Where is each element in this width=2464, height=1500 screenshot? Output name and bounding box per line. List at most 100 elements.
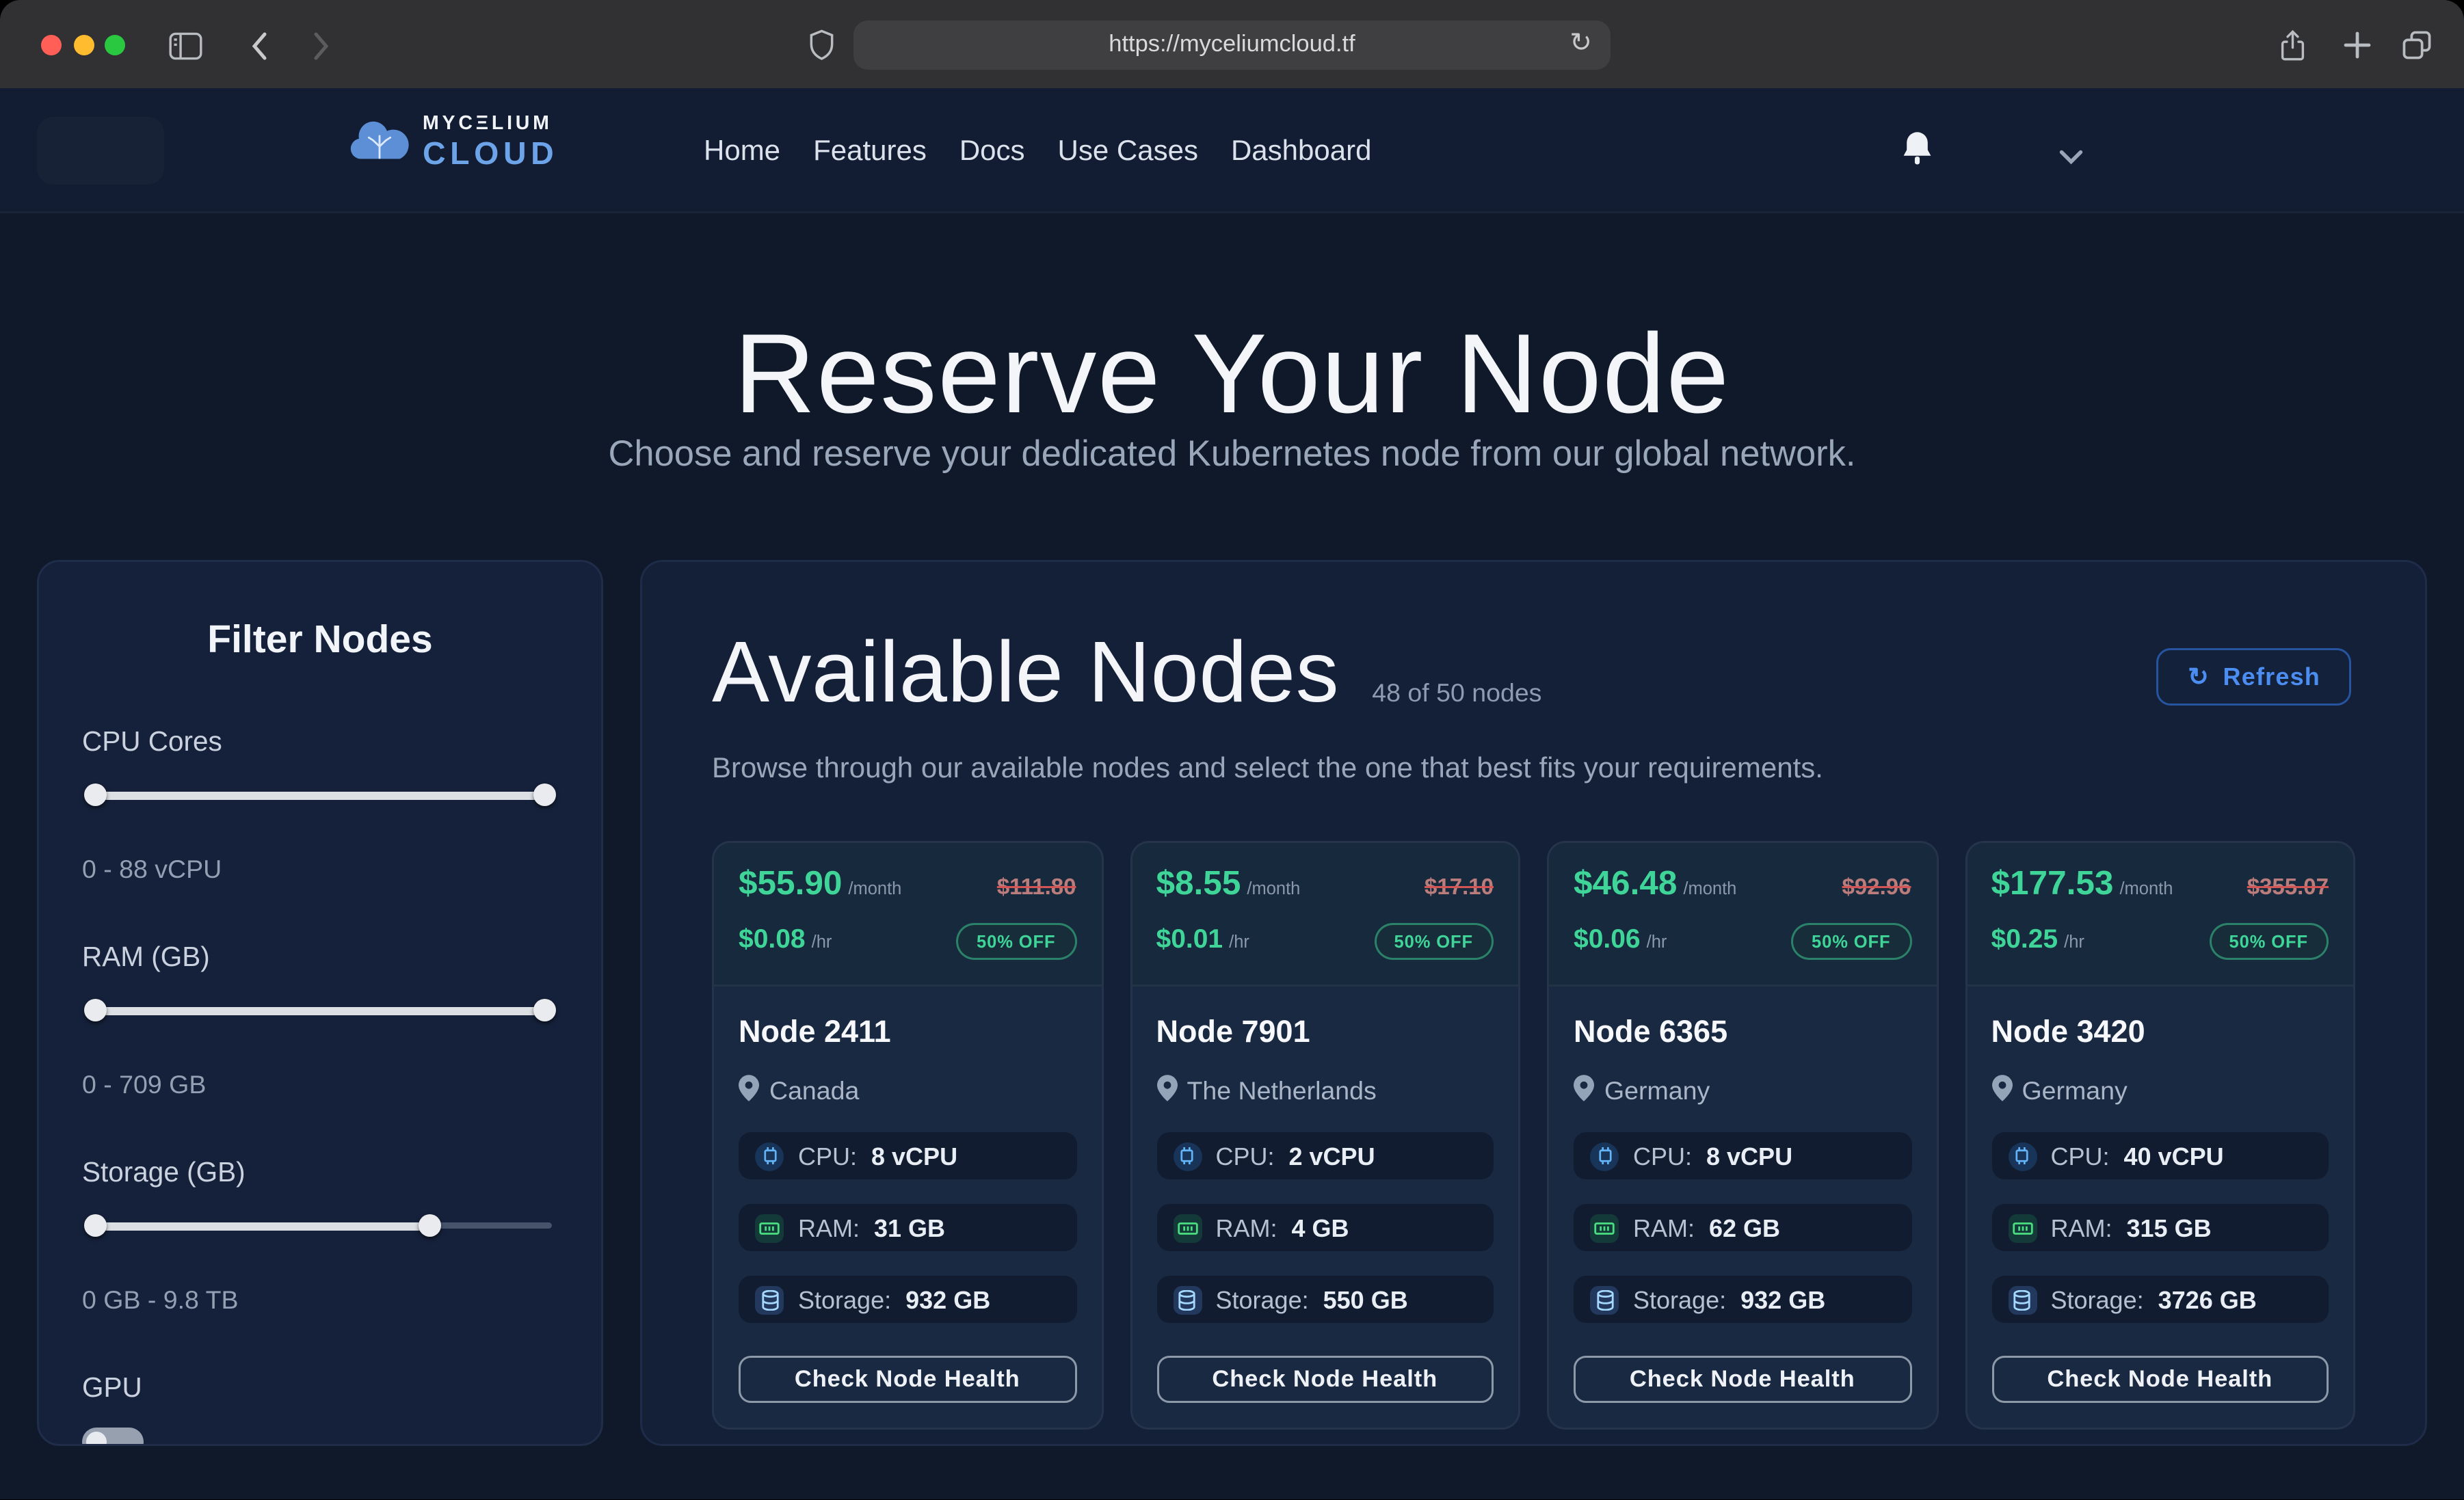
back-icon[interactable]	[240, 27, 277, 64]
cpu-spec-row: CPU:8 vCPU	[1574, 1132, 1911, 1179]
location-pin-icon	[1156, 1075, 1177, 1108]
card-pricing-header: $46.48/month $92.96 $0.06/hr 50% OFF	[1549, 843, 1936, 987]
storage-filter-label: Storage (GB)	[82, 1157, 558, 1188]
brand-name-top: MYCΞLIUM	[423, 115, 558, 135]
browser-window: https://myceliumcloud.tf ↻	[0, 0, 2464, 1500]
close-window-button[interactable]	[41, 34, 62, 55]
node-card: $46.48/month $92.96 $0.06/hr 50% OFF Nod…	[1547, 841, 1938, 1430]
ram-range-value: 0 - 709 GB	[82, 1071, 558, 1099]
tab-overview-icon[interactable]	[2398, 27, 2435, 64]
check-node-health-button[interactable]: Check Node Health	[1574, 1356, 1911, 1403]
site-navbar: MYCΞLIUM CLOUD Home Features Docs Use Ca…	[0, 88, 2464, 213]
cpu-icon	[1590, 1142, 1619, 1170]
storage-range-value: 0 GB - 9.8 TB	[82, 1286, 558, 1315]
nav-link-use-cases[interactable]: Use Cases	[1058, 133, 1198, 166]
ram-icon	[1173, 1214, 1202, 1242]
hourly-price: $0.25	[1991, 923, 2058, 954]
nav-link-features[interactable]: Features	[813, 133, 927, 166]
forward-icon[interactable]	[302, 27, 339, 64]
cpu-icon	[755, 1142, 784, 1170]
storage-icon	[1173, 1285, 1202, 1314]
nav-link-home[interactable]: Home	[704, 133, 780, 166]
url-bar[interactable]: https://myceliumcloud.tf ↻	[853, 21, 1611, 70]
monthly-price: $55.90	[739, 866, 842, 902]
hourly-price: $0.08	[739, 923, 806, 954]
cpu-spec-row: CPU:8 vCPU	[739, 1132, 1076, 1179]
zoom-window-button[interactable]	[105, 34, 125, 55]
share-icon[interactable]	[2273, 27, 2310, 64]
storage-range-slider[interactable]	[88, 1212, 552, 1237]
nav-links: Home Features Docs Use Cases Dashboard	[704, 88, 1371, 211]
new-tab-icon[interactable]	[2339, 27, 2376, 64]
location-pin-icon	[1574, 1075, 1594, 1108]
node-count-badge: 48 of 50 nodes	[1372, 679, 1541, 708]
node-location: Canada	[769, 1077, 859, 1106]
storage-spec-row: Storage:3726 GB	[1991, 1276, 2329, 1323]
old-price: $17.10	[1425, 876, 1494, 900]
ram-spec-row: RAM:315 GB	[1991, 1204, 2329, 1251]
ram-spec-row: RAM:4 GB	[1156, 1204, 1494, 1251]
node-location: Germany	[2022, 1077, 2128, 1106]
filter-title: Filter Nodes	[82, 619, 558, 665]
discount-badge: 50% OFF	[1791, 923, 1911, 960]
ram-spec-row: RAM:62 GB	[1574, 1204, 1911, 1251]
refresh-button[interactable]: ↻ Refresh	[2157, 648, 2351, 706]
check-node-health-button[interactable]: Check Node Health	[1991, 1356, 2329, 1403]
card-pricing-header: $8.55/month $17.10 $0.01/hr 50% OFF	[1132, 843, 1519, 987]
ram-slider-max-handle[interactable]	[533, 998, 556, 1021]
brand-logo[interactable]: MYCΞLIUM CLOUD	[349, 115, 558, 170]
page-subtitle: Choose and reserve your dedicated Kubern…	[0, 432, 2464, 475]
ram-slider-min-handle[interactable]	[84, 998, 107, 1021]
cpu-range-value: 0 - 88 vCPU	[82, 855, 558, 884]
ram-spec-row: RAM:31 GB	[739, 1204, 1076, 1251]
cpu-icon	[1173, 1142, 1202, 1170]
check-node-health-button[interactable]: Check Node Health	[739, 1356, 1076, 1403]
sidebar-toggle-icon[interactable]	[166, 27, 203, 64]
storage-slider-max-handle[interactable]	[419, 1214, 442, 1236]
node-card: $177.53/month $355.07 $0.25/hr 50% OFF N…	[1965, 841, 2356, 1430]
cloud-logo-icon	[349, 117, 410, 168]
cpu-range-slider[interactable]	[88, 781, 552, 806]
old-price: $111.80	[997, 876, 1076, 900]
cpu-slider-max-handle[interactable]	[533, 783, 556, 805]
shield-icon[interactable]	[802, 27, 839, 64]
node-location: The Netherlands	[1187, 1077, 1377, 1106]
cpu-spec-row: CPU:40 vCPU	[1991, 1132, 2329, 1179]
check-node-health-button[interactable]: Check Node Health	[1156, 1356, 1494, 1403]
ram-filter-label: RAM (GB)	[82, 941, 558, 972]
monthly-price: $8.55	[1156, 866, 1241, 902]
available-nodes-panel: Available Nodes 48 of 50 nodes ↻ Refresh…	[640, 560, 2427, 1446]
storage-spec-row: Storage:550 GB	[1156, 1276, 1494, 1323]
cpu-slider-min-handle[interactable]	[84, 783, 107, 805]
account-chevron-down-icon[interactable]	[2058, 139, 2084, 160]
node-card: $55.90/month $111.80 $0.08/hr 50% OFF No…	[712, 841, 1103, 1430]
node-name: Node 7901	[1156, 1015, 1494, 1050]
brand-name-bottom: CLOUD	[423, 139, 558, 171]
location-pin-icon	[739, 1075, 759, 1108]
browser-chrome: https://myceliumcloud.tf ↻	[0, 0, 2464, 88]
old-price: $355.07	[2247, 876, 2329, 900]
storage-spec-row: Storage:932 GB	[1574, 1276, 1911, 1323]
node-name: Node 2411	[739, 1015, 1076, 1050]
reload-icon[interactable]: ↻	[1569, 27, 1592, 59]
ram-icon	[755, 1214, 784, 1242]
refresh-icon: ↻	[2188, 662, 2208, 691]
ram-range-slider[interactable]	[88, 997, 552, 1021]
hourly-price: $0.01	[1156, 923, 1223, 954]
panel-subtitle: Browse through our available nodes and s…	[712, 751, 2355, 784]
discount-badge: 50% OFF	[956, 923, 1076, 960]
monthly-price: $46.48	[1574, 866, 1677, 902]
node-cards-grid: $55.90/month $111.80 $0.08/hr 50% OFF No…	[712, 841, 2355, 1430]
notifications-bell-icon[interactable]	[1900, 129, 1935, 168]
card-pricing-header: $55.90/month $111.80 $0.08/hr 50% OFF	[714, 843, 1101, 987]
nav-link-dashboard[interactable]: Dashboard	[1231, 133, 1372, 166]
nav-link-docs[interactable]: Docs	[959, 133, 1025, 166]
cpu-spec-row: CPU:2 vCPU	[1156, 1132, 1494, 1179]
minimize-window-button[interactable]	[73, 34, 94, 55]
cpu-icon	[2008, 1142, 2037, 1170]
node-name: Node 6365	[1574, 1015, 1911, 1050]
storage-slider-min-handle[interactable]	[84, 1214, 107, 1236]
gpu-filter-label: GPU	[82, 1372, 558, 1403]
gpu-toggle[interactable]	[82, 1428, 144, 1446]
discount-badge: 50% OFF	[2209, 923, 2329, 960]
